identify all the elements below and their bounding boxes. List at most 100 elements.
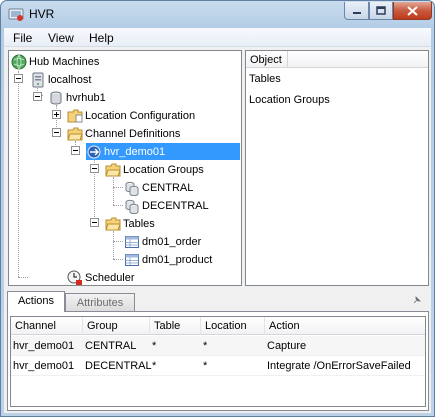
cell-action: Integrate /OnErrorSaveFailed bbox=[267, 360, 411, 372]
tree-label: Location Configuration bbox=[85, 109, 196, 122]
column-header-table[interactable]: Table bbox=[150, 317, 201, 335]
tree-label: Hub Machines bbox=[29, 55, 100, 68]
object-header-label: Object bbox=[250, 54, 282, 66]
tree-node-hvrhub[interactable]: hvrhub1 bbox=[48, 89, 108, 106]
tab-actions[interactable]: Actions bbox=[7, 291, 65, 312]
bottom-tabstrip: Actions Attributes bbox=[4, 291, 431, 312]
tree-connector bbox=[113, 231, 114, 259]
title-bar[interactable]: HVR bbox=[1, 1, 434, 27]
tree-label: dm01_product bbox=[142, 253, 213, 266]
cell-location: * bbox=[203, 340, 208, 352]
cell-location: * bbox=[203, 360, 208, 372]
column-header-location[interactable]: Location bbox=[201, 317, 265, 335]
table-row[interactable]: hvr_demo01 CENTRAL * * Capture bbox=[11, 336, 425, 356]
close-icon bbox=[407, 5, 418, 16]
tree-label: Tables bbox=[123, 217, 155, 230]
folder-open-icon bbox=[105, 163, 121, 176]
folder-open-icon bbox=[67, 127, 83, 140]
tree-node-hub-machines[interactable]: Hub Machines bbox=[11, 53, 101, 70]
menu-file[interactable]: File bbox=[13, 31, 32, 45]
tree-label: CENTRAL bbox=[142, 181, 194, 194]
object-item-tables[interactable]: Tables bbox=[249, 73, 281, 85]
expand-toggle[interactable] bbox=[52, 110, 61, 119]
cell-group: CENTRAL bbox=[85, 340, 137, 352]
menu-view[interactable]: View bbox=[48, 31, 74, 45]
tree-node-decentral[interactable]: DECENTRAL bbox=[124, 197, 211, 214]
collapse-toggle[interactable] bbox=[52, 128, 61, 137]
object-item-location-groups[interactable]: Location Groups bbox=[249, 94, 330, 106]
tree-node-location-configuration[interactable]: Location Configuration bbox=[67, 107, 197, 124]
tree-label: Channel Definitions bbox=[85, 127, 181, 140]
collapse-toggle[interactable] bbox=[90, 164, 99, 173]
clock-icon bbox=[67, 270, 82, 285]
cell-group: DECENTRAL bbox=[85, 360, 152, 372]
collapse-toggle[interactable] bbox=[90, 218, 99, 227]
tree-label: hvr_demo01 bbox=[102, 144, 168, 159]
folder-open-icon bbox=[105, 217, 121, 230]
tree-connector bbox=[113, 205, 123, 206]
hvr-app-icon bbox=[8, 8, 24, 21]
tree-node-table-product[interactable]: dm01_product bbox=[124, 251, 214, 268]
tree-connector bbox=[18, 71, 19, 277]
tree-connector bbox=[113, 241, 123, 242]
location-group-icon bbox=[125, 199, 139, 214]
minimize-icon bbox=[352, 11, 361, 14]
tree-node-channel-selected[interactable]: hvr_demo01 bbox=[86, 143, 240, 160]
object-list-pane[interactable]: Object Tables Location Groups bbox=[245, 50, 429, 286]
navigation-tree[interactable]: Hub Machines localhost hvrhub1 Location … bbox=[8, 50, 242, 286]
grid-header: Channel Group Table Location Action bbox=[11, 317, 425, 335]
app-window: HVR File View Help Hub Machines localhos… bbox=[0, 0, 435, 417]
cell-action: Capture bbox=[267, 340, 307, 352]
tree-node-central[interactable]: CENTRAL bbox=[124, 179, 195, 196]
tree-connector bbox=[113, 177, 114, 205]
tree-label: Location Groups bbox=[123, 163, 204, 176]
tree-node-tables[interactable]: Tables bbox=[105, 215, 157, 232]
database-icon bbox=[50, 91, 62, 104]
tab-attributes[interactable]: Attributes bbox=[65, 293, 135, 311]
column-header-channel[interactable]: Channel bbox=[11, 317, 83, 335]
tree-label: hvrhub1 bbox=[66, 91, 106, 104]
channel-icon bbox=[87, 145, 101, 158]
cell-table: * bbox=[152, 340, 157, 352]
server-icon bbox=[32, 72, 44, 87]
tree-connector bbox=[113, 187, 123, 188]
column-header-action[interactable]: Action bbox=[265, 317, 425, 335]
tree-node-table-order[interactable]: dm01_order bbox=[124, 233, 203, 250]
table-icon bbox=[125, 235, 139, 248]
tree-connector bbox=[18, 277, 28, 278]
cell-channel: hvr_demo01 bbox=[13, 360, 75, 372]
menu-help[interactable]: Help bbox=[89, 31, 114, 45]
tree-connector bbox=[113, 259, 123, 260]
tree-node-localhost[interactable]: localhost bbox=[30, 71, 93, 88]
collapse-toggle[interactable] bbox=[14, 74, 23, 83]
maximize-icon bbox=[376, 6, 386, 15]
cell-table: * bbox=[152, 360, 157, 372]
pin-icon[interactable] bbox=[413, 296, 421, 304]
location-group-icon bbox=[125, 181, 139, 196]
tree-label: DECENTRAL bbox=[142, 199, 209, 212]
tree-label: dm01_order bbox=[142, 235, 202, 248]
minimize-button[interactable] bbox=[344, 2, 369, 20]
tree-label: localhost bbox=[48, 73, 92, 86]
column-divider[interactable] bbox=[287, 51, 288, 68]
folder-icon bbox=[67, 109, 83, 122]
object-column-header[interactable]: Object bbox=[246, 51, 428, 68]
tree-node-location-groups[interactable]: Location Groups bbox=[105, 161, 206, 178]
menu-bar: File View Help bbox=[4, 28, 431, 47]
column-header-group[interactable]: Group bbox=[83, 317, 150, 335]
collapse-toggle[interactable] bbox=[71, 146, 80, 155]
tree-node-channel-definitions[interactable]: Channel Definitions bbox=[67, 125, 182, 142]
globe-icon bbox=[11, 54, 27, 69]
collapse-toggle[interactable] bbox=[33, 92, 42, 101]
client-area: Hub Machines localhost hvrhub1 Location … bbox=[4, 47, 431, 413]
actions-grid[interactable]: Channel Group Table Location Action hvr_… bbox=[10, 316, 426, 407]
maximize-button[interactable] bbox=[369, 2, 393, 20]
table-row[interactable]: hvr_demo01 DECENTRAL * * Integrate /OnEr… bbox=[11, 356, 425, 376]
tree-node-scheduler[interactable]: Scheduler bbox=[67, 269, 137, 285]
close-button[interactable] bbox=[393, 2, 432, 20]
cell-channel: hvr_demo01 bbox=[13, 340, 75, 352]
table-icon bbox=[125, 253, 139, 266]
tree-label: Scheduler bbox=[85, 271, 135, 284]
actions-panel: Channel Group Table Location Action hvr_… bbox=[7, 311, 429, 411]
window-title: HVR bbox=[29, 7, 55, 21]
